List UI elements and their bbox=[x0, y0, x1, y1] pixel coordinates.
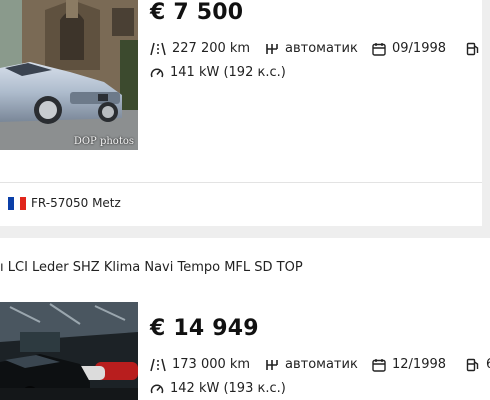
photo-credit: DOP photos bbox=[73, 136, 134, 147]
flag-stripe bbox=[20, 196, 26, 210]
transmission-spec: автоматик bbox=[265, 357, 358, 372]
fuel-pump-icon bbox=[466, 358, 479, 371]
registration-spec: 12/1998 bbox=[372, 357, 446, 372]
location-text: FR-57050 Metz bbox=[31, 196, 121, 210]
car-photo-image bbox=[0, 302, 138, 400]
transmission-spec: автоматик bbox=[265, 41, 358, 56]
registration-value: 09/1998 bbox=[392, 41, 447, 56]
gearbox-icon bbox=[266, 43, 278, 54]
listing-card[interactable]: DOP photos € 7 500 227 200 km автоматик … bbox=[0, 0, 482, 226]
mileage-value: 173 000 km bbox=[172, 357, 251, 372]
calendar-icon bbox=[372, 358, 386, 372]
road-icon bbox=[150, 358, 166, 371]
listing-price: € 7 500 bbox=[150, 0, 244, 25]
car-photo-image bbox=[0, 0, 138, 150]
mileage-spec: 227 200 km bbox=[150, 41, 250, 56]
speedometer-icon bbox=[150, 383, 164, 393]
fuel-value: 6 bbox=[486, 357, 490, 372]
fuel-spec: 6 bbox=[466, 357, 490, 372]
listing-price: € 14 949 bbox=[150, 316, 259, 341]
fuel-spec: 6 bbox=[466, 41, 482, 56]
mileage-spec: 173 000 km bbox=[150, 357, 250, 372]
mileage-value: 227 200 km bbox=[172, 41, 251, 56]
transmission-value: автоматик bbox=[285, 41, 358, 56]
registration-spec: 09/1998 bbox=[372, 41, 446, 56]
listing-photo[interactable] bbox=[0, 302, 138, 400]
power-value: 142 kW (193 к.с.) bbox=[170, 381, 286, 396]
scrollbar-gap bbox=[482, 226, 490, 238]
power-spec: 141 kW (192 к.с.) bbox=[150, 65, 286, 80]
listing-card[interactable]: ı LCI Leder SHZ Klima Navi Tempo MFL SD … bbox=[0, 238, 490, 400]
listing-photo[interactable]: DOP photos bbox=[0, 0, 138, 150]
speedometer-icon bbox=[150, 67, 164, 77]
seller-location: FR-57050 Metz bbox=[8, 196, 121, 210]
gearbox-icon bbox=[266, 359, 278, 370]
calendar-icon bbox=[372, 42, 386, 56]
fuel-pump-icon bbox=[466, 42, 479, 55]
card-divider bbox=[0, 182, 482, 183]
road-icon bbox=[150, 42, 166, 55]
transmission-value: автоматик bbox=[285, 357, 358, 372]
registration-value: 12/1998 bbox=[392, 357, 447, 372]
france-flag-icon bbox=[8, 196, 26, 210]
listing-title[interactable]: ı LCI Leder SHZ Klima Navi Tempo MFL SD … bbox=[0, 260, 303, 275]
power-value: 141 kW (192 к.с.) bbox=[170, 65, 286, 80]
power-spec: 142 kW (193 к.с.) bbox=[150, 381, 286, 396]
